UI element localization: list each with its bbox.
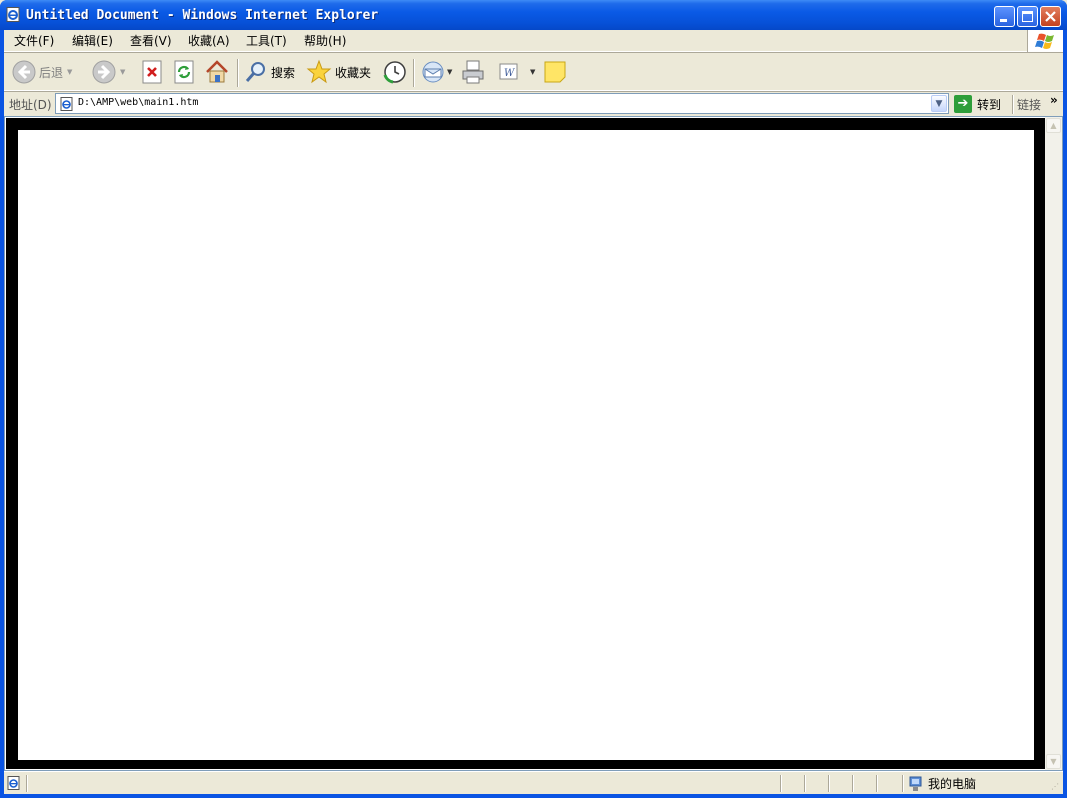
star-icon — [306, 59, 332, 84]
client-area: 文件(F) 编辑(E) 查看(V) 收藏(A) 工具(T) 帮助(H) 后退 ▼… — [4, 30, 1063, 794]
word-edit-icon: W — [499, 63, 518, 80]
toolbar-separator — [1012, 95, 1014, 114]
toolbar-separator — [413, 59, 415, 87]
stop-button[interactable] — [141, 58, 163, 86]
close-button[interactable] — [1040, 6, 1061, 27]
go-button[interactable]: ➔ 转到 — [954, 94, 1001, 114]
window-title: Untitled Document - Windows Internet Exp… — [26, 8, 379, 23]
edit-dropdown-icon[interactable]: ▼ — [530, 68, 535, 76]
address-bar: 地址(D) D:\AMP\web\main1.htm ▼ ➔ 转到 链接 » — [4, 92, 1063, 116]
standard-toolbar: 后退 ▼ ▼ 搜索 收藏夹 ▼ W ▼ — [4, 53, 1063, 91]
status-separator — [804, 775, 806, 792]
home-button[interactable] — [204, 58, 230, 86]
minimize-icon — [1000, 19, 1007, 22]
menu-tools[interactable]: 工具(T) — [246, 33, 287, 49]
ie-page-icon — [60, 97, 73, 111]
security-zone[interactable]: 我的电脑 — [908, 775, 976, 792]
home-icon — [206, 60, 228, 83]
menu-view[interactable]: 查看(V) — [130, 33, 172, 49]
status-separator — [828, 775, 830, 792]
forward-dropdown-icon[interactable]: ▼ — [120, 68, 125, 76]
status-separator — [26, 775, 28, 792]
go-arrow-icon: ➔ — [954, 95, 972, 113]
scroll-down-button[interactable]: ▼ — [1046, 754, 1061, 769]
windows-logo — [1027, 30, 1063, 52]
printer-icon — [462, 60, 484, 84]
search-label: 搜索 — [271, 65, 296, 80]
address-url: D:\AMP\web\main1.htm — [78, 97, 199, 108]
forward-arrow-icon — [92, 60, 116, 84]
menu-help[interactable]: 帮助(H) — [304, 33, 346, 49]
chevron-more-icon[interactable]: » — [1050, 93, 1058, 107]
chevron-up-icon: ▲ — [1050, 121, 1057, 130]
minimize-button[interactable] — [994, 6, 1015, 27]
go-label: 转到 — [977, 97, 1002, 112]
resize-grip-icon[interactable]: ⋰ — [1051, 782, 1061, 792]
search-button[interactable]: 搜索 — [244, 58, 295, 86]
forward-button[interactable]: ▼ — [92, 58, 125, 86]
mail-button[interactable]: ▼ — [420, 58, 452, 86]
mail-dropdown-icon[interactable]: ▼ — [447, 68, 452, 76]
vertical-scrollbar[interactable]: ▲ ▼ — [1045, 117, 1062, 770]
sticky-note-icon — [544, 61, 566, 83]
back-arrow-icon — [12, 60, 36, 84]
refresh-icon — [174, 60, 194, 84]
address-label: 地址(D) — [9, 98, 52, 112]
menu-favorites[interactable]: 收藏(A) — [188, 33, 230, 49]
status-bar: 我的电脑 ⋰ — [4, 771, 1063, 794]
ie-page-icon — [6, 7, 20, 22]
stop-icon — [142, 60, 162, 84]
menu-file[interactable]: 文件(F) — [14, 33, 54, 49]
note-button[interactable] — [543, 58, 567, 86]
refresh-button[interactable] — [173, 58, 195, 86]
menu-edit[interactable]: 编辑(E) — [72, 33, 113, 49]
back-label: 后退 — [39, 65, 64, 80]
print-button[interactable] — [460, 58, 486, 86]
status-separator — [780, 775, 782, 792]
address-input[interactable]: D:\AMP\web\main1.htm ▼ — [55, 93, 949, 114]
edit-button[interactable]: W ▼ — [498, 58, 535, 86]
history-button[interactable] — [382, 58, 408, 86]
title-bar[interactable]: Untitled Document - Windows Internet Exp… — [0, 0, 1067, 30]
address-dropdown-button[interactable]: ▼ — [931, 95, 947, 112]
mail-icon — [422, 61, 444, 83]
browser-window: Untitled Document - Windows Internet Exp… — [0, 0, 1067, 798]
chevron-down-icon: ▼ — [935, 99, 943, 109]
back-button[interactable]: 后退 ▼ — [12, 58, 72, 86]
maximize-icon — [1022, 11, 1033, 22]
chevron-down-icon: ▼ — [1050, 757, 1057, 766]
my-computer-icon — [909, 776, 922, 791]
links-toolbar[interactable]: 链接 — [1017, 96, 1041, 113]
status-separator — [902, 775, 904, 792]
svg-text:W: W — [504, 68, 515, 79]
favorites-label: 收藏夹 — [335, 65, 372, 80]
favorites-button[interactable]: 收藏夹 — [306, 58, 371, 86]
page-frame-border — [6, 118, 1045, 769]
status-separator — [876, 775, 878, 792]
page-viewport[interactable]: ▲ ▼ — [4, 116, 1063, 771]
history-icon — [383, 61, 406, 84]
page-content-area — [18, 130, 1034, 760]
scroll-up-button[interactable]: ▲ — [1046, 118, 1061, 133]
maximize-button[interactable] — [1017, 6, 1038, 27]
back-dropdown-icon[interactable]: ▼ — [67, 68, 72, 76]
magnifier-icon — [245, 62, 265, 82]
menu-bar: 文件(F) 编辑(E) 查看(V) 收藏(A) 工具(T) 帮助(H) — [4, 30, 1063, 52]
zone-label: 我的电脑 — [928, 777, 977, 791]
ie-page-icon — [7, 776, 20, 790]
status-separator — [852, 775, 854, 792]
close-icon — [1045, 11, 1056, 22]
toolbar-separator — [237, 59, 239, 87]
windows-flag-icon — [1035, 33, 1054, 49]
